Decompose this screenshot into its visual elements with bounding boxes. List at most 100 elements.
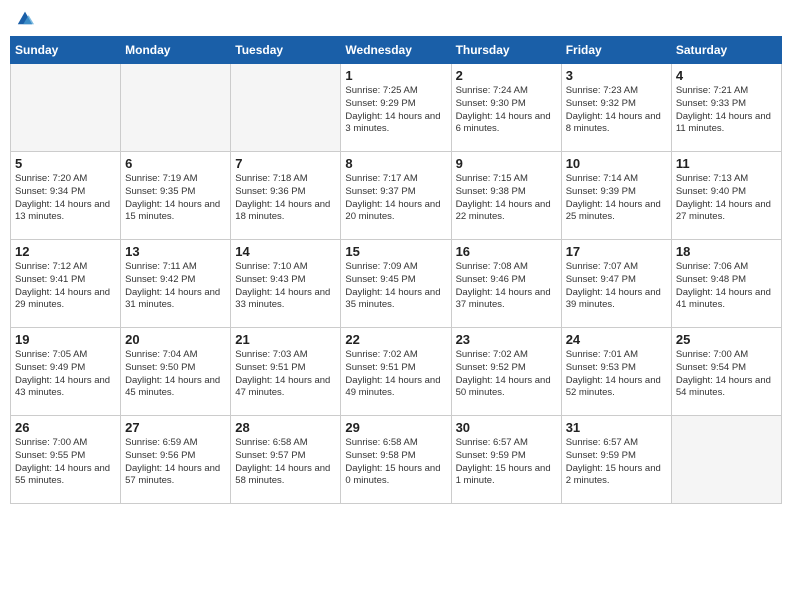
weekday-header-monday: Monday bbox=[121, 37, 231, 64]
week-row-1: 1 Sunrise: 7:25 AM Sunset: 9:29 PM Dayli… bbox=[11, 64, 782, 152]
calendar-cell: 2 Sunrise: 7:24 AM Sunset: 9:30 PM Dayli… bbox=[451, 64, 561, 152]
weekday-header-tuesday: Tuesday bbox=[231, 37, 341, 64]
calendar-cell: 21 Sunrise: 7:03 AM Sunset: 9:51 PM Dayl… bbox=[231, 328, 341, 416]
day-number: 20 bbox=[125, 332, 226, 347]
cell-daylight: Daylight: 14 hours and 18 minutes. bbox=[235, 199, 330, 223]
calendar-cell: 13 Sunrise: 7:11 AM Sunset: 9:42 PM Dayl… bbox=[121, 240, 231, 328]
day-number: 13 bbox=[125, 244, 226, 259]
logo-icon bbox=[16, 8, 34, 26]
calendar-cell: 15 Sunrise: 7:09 AM Sunset: 9:45 PM Dayl… bbox=[341, 240, 451, 328]
cell-daylight: Daylight: 14 hours and 39 minutes. bbox=[566, 287, 661, 311]
cell-sunrise: Sunrise: 7:15 AM bbox=[456, 173, 528, 184]
cell-daylight: Daylight: 14 hours and 45 minutes. bbox=[125, 375, 220, 399]
cell-daylight: Daylight: 14 hours and 55 minutes. bbox=[15, 463, 110, 487]
calendar-cell: 31 Sunrise: 6:57 AM Sunset: 9:59 PM Dayl… bbox=[561, 416, 671, 504]
cell-daylight: Daylight: 14 hours and 47 minutes. bbox=[235, 375, 330, 399]
day-number: 26 bbox=[15, 420, 116, 435]
cell-daylight: Daylight: 14 hours and 31 minutes. bbox=[125, 287, 220, 311]
day-number: 10 bbox=[566, 156, 667, 171]
calendar-cell: 8 Sunrise: 7:17 AM Sunset: 9:37 PM Dayli… bbox=[341, 152, 451, 240]
cell-daylight: Daylight: 14 hours and 49 minutes. bbox=[345, 375, 440, 399]
cell-sunset: Sunset: 9:50 PM bbox=[125, 362, 195, 373]
calendar-cell: 5 Sunrise: 7:20 AM Sunset: 9:34 PM Dayli… bbox=[11, 152, 121, 240]
cell-sunset: Sunset: 9:51 PM bbox=[345, 362, 415, 373]
cell-sunset: Sunset: 9:46 PM bbox=[456, 274, 526, 285]
cell-daylight: Daylight: 14 hours and 58 minutes. bbox=[235, 463, 330, 487]
cell-sunrise: Sunrise: 7:19 AM bbox=[125, 173, 197, 184]
cell-sunrise: Sunrise: 7:17 AM bbox=[345, 173, 417, 184]
cell-sunrise: Sunrise: 7:10 AM bbox=[235, 261, 307, 272]
calendar-cell: 16 Sunrise: 7:08 AM Sunset: 9:46 PM Dayl… bbox=[451, 240, 561, 328]
week-row-4: 19 Sunrise: 7:05 AM Sunset: 9:49 PM Dayl… bbox=[11, 328, 782, 416]
calendar-cell: 23 Sunrise: 7:02 AM Sunset: 9:52 PM Dayl… bbox=[451, 328, 561, 416]
cell-daylight: Daylight: 14 hours and 13 minutes. bbox=[15, 199, 110, 223]
day-number: 29 bbox=[345, 420, 446, 435]
cell-sunrise: Sunrise: 6:57 AM bbox=[456, 437, 528, 448]
cell-sunset: Sunset: 9:39 PM bbox=[566, 186, 636, 197]
weekday-header-friday: Friday bbox=[561, 37, 671, 64]
calendar-cell: 11 Sunrise: 7:13 AM Sunset: 9:40 PM Dayl… bbox=[671, 152, 781, 240]
cell-sunset: Sunset: 9:54 PM bbox=[676, 362, 746, 373]
calendar-cell bbox=[11, 64, 121, 152]
calendar-cell bbox=[231, 64, 341, 152]
cell-daylight: Daylight: 14 hours and 37 minutes. bbox=[456, 287, 551, 311]
cell-sunrise: Sunrise: 7:18 AM bbox=[235, 173, 307, 184]
cell-sunset: Sunset: 9:47 PM bbox=[566, 274, 636, 285]
calendar-cell: 7 Sunrise: 7:18 AM Sunset: 9:36 PM Dayli… bbox=[231, 152, 341, 240]
week-row-5: 26 Sunrise: 7:00 AM Sunset: 9:55 PM Dayl… bbox=[11, 416, 782, 504]
day-number: 11 bbox=[676, 156, 777, 171]
cell-daylight: Daylight: 14 hours and 15 minutes. bbox=[125, 199, 220, 223]
day-number: 23 bbox=[456, 332, 557, 347]
weekday-header-thursday: Thursday bbox=[451, 37, 561, 64]
calendar-cell: 14 Sunrise: 7:10 AM Sunset: 9:43 PM Dayl… bbox=[231, 240, 341, 328]
calendar-cell: 26 Sunrise: 7:00 AM Sunset: 9:55 PM Dayl… bbox=[11, 416, 121, 504]
calendar-cell: 28 Sunrise: 6:58 AM Sunset: 9:57 PM Dayl… bbox=[231, 416, 341, 504]
calendar-cell: 3 Sunrise: 7:23 AM Sunset: 9:32 PM Dayli… bbox=[561, 64, 671, 152]
cell-sunrise: Sunrise: 7:07 AM bbox=[566, 261, 638, 272]
calendar-cell: 4 Sunrise: 7:21 AM Sunset: 9:33 PM Dayli… bbox=[671, 64, 781, 152]
day-number: 17 bbox=[566, 244, 667, 259]
calendar-cell: 20 Sunrise: 7:04 AM Sunset: 9:50 PM Dayl… bbox=[121, 328, 231, 416]
cell-daylight: Daylight: 14 hours and 52 minutes. bbox=[566, 375, 661, 399]
cell-sunset: Sunset: 9:30 PM bbox=[456, 98, 526, 109]
cell-sunset: Sunset: 9:58 PM bbox=[345, 450, 415, 461]
weekday-header-wednesday: Wednesday bbox=[341, 37, 451, 64]
calendar-cell: 25 Sunrise: 7:00 AM Sunset: 9:54 PM Dayl… bbox=[671, 328, 781, 416]
day-number: 8 bbox=[345, 156, 446, 171]
day-number: 18 bbox=[676, 244, 777, 259]
cell-sunrise: Sunrise: 7:11 AM bbox=[125, 261, 197, 272]
cell-daylight: Daylight: 14 hours and 43 minutes. bbox=[15, 375, 110, 399]
cell-daylight: Daylight: 14 hours and 33 minutes. bbox=[235, 287, 330, 311]
weekday-header-row: SundayMondayTuesdayWednesdayThursdayFrid… bbox=[11, 37, 782, 64]
cell-daylight: Daylight: 14 hours and 41 minutes. bbox=[676, 287, 771, 311]
cell-sunrise: Sunrise: 6:57 AM bbox=[566, 437, 638, 448]
week-row-3: 12 Sunrise: 7:12 AM Sunset: 9:41 PM Dayl… bbox=[11, 240, 782, 328]
calendar-cell: 9 Sunrise: 7:15 AM Sunset: 9:38 PM Dayli… bbox=[451, 152, 561, 240]
cell-sunset: Sunset: 9:37 PM bbox=[345, 186, 415, 197]
cell-sunrise: Sunrise: 7:24 AM bbox=[456, 85, 528, 96]
day-number: 14 bbox=[235, 244, 336, 259]
day-number: 19 bbox=[15, 332, 116, 347]
calendar-cell: 17 Sunrise: 7:07 AM Sunset: 9:47 PM Dayl… bbox=[561, 240, 671, 328]
weekday-header-saturday: Saturday bbox=[671, 37, 781, 64]
calendar-cell: 10 Sunrise: 7:14 AM Sunset: 9:39 PM Dayl… bbox=[561, 152, 671, 240]
cell-daylight: Daylight: 14 hours and 6 minutes. bbox=[456, 111, 551, 135]
cell-sunrise: Sunrise: 7:14 AM bbox=[566, 173, 638, 184]
cell-sunset: Sunset: 9:57 PM bbox=[235, 450, 305, 461]
cell-sunset: Sunset: 9:48 PM bbox=[676, 274, 746, 285]
cell-sunset: Sunset: 9:55 PM bbox=[15, 450, 85, 461]
day-number: 28 bbox=[235, 420, 336, 435]
cell-daylight: Daylight: 14 hours and 54 minutes. bbox=[676, 375, 771, 399]
cell-sunset: Sunset: 9:51 PM bbox=[235, 362, 305, 373]
calendar-cell: 24 Sunrise: 7:01 AM Sunset: 9:53 PM Dayl… bbox=[561, 328, 671, 416]
cell-sunset: Sunset: 9:40 PM bbox=[676, 186, 746, 197]
cell-sunrise: Sunrise: 7:03 AM bbox=[235, 349, 307, 360]
cell-daylight: Daylight: 15 hours and 2 minutes. bbox=[566, 463, 661, 487]
calendar-cell: 6 Sunrise: 7:19 AM Sunset: 9:35 PM Dayli… bbox=[121, 152, 231, 240]
calendar-cell: 29 Sunrise: 6:58 AM Sunset: 9:58 PM Dayl… bbox=[341, 416, 451, 504]
cell-sunrise: Sunrise: 6:58 AM bbox=[345, 437, 417, 448]
page-header bbox=[10, 10, 782, 28]
day-number: 4 bbox=[676, 68, 777, 83]
day-number: 21 bbox=[235, 332, 336, 347]
cell-sunrise: Sunrise: 7:05 AM bbox=[15, 349, 87, 360]
